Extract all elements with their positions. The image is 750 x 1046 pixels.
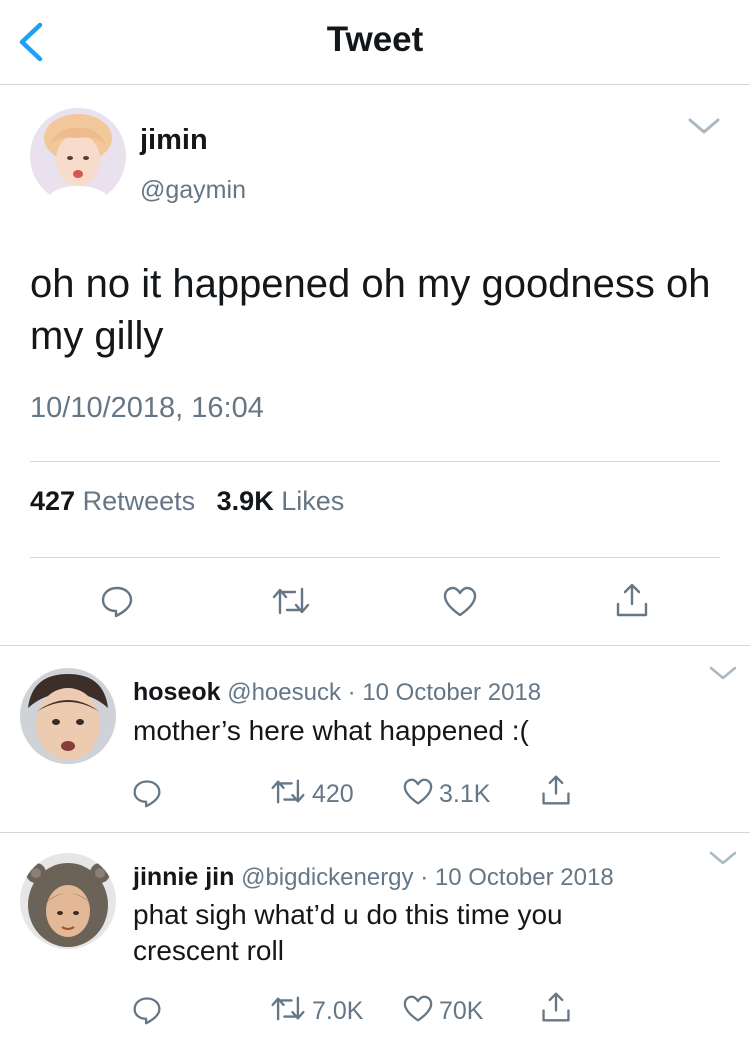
divider (0, 645, 750, 646)
divider (30, 461, 720, 462)
share-button[interactable] (540, 991, 572, 1028)
tweet-text: oh no it happened oh my goodness oh my g… (30, 262, 711, 358)
author-handle[interactable]: @gaymin (140, 176, 246, 205)
retweet-button[interactable]: 7.0K (270, 995, 363, 1027)
separator-dot: · (347, 679, 356, 706)
avatar[interactable] (20, 853, 116, 949)
like-count: 3.1K (439, 780, 491, 808)
reply-date[interactable]: 10 October 2018 (435, 864, 614, 891)
divider (30, 557, 720, 558)
retweet-count: 7.0K (312, 996, 364, 1025)
retweet-count: 420 (312, 779, 354, 808)
retweets-count[interactable]: 427 (30, 486, 75, 516)
author-name[interactable]: hoseok (133, 678, 221, 706)
avatar[interactable] (20, 668, 116, 764)
retweet-icon[interactable] (271, 586, 311, 621)
share-icon[interactable] (614, 582, 650, 623)
page-title: Tweet (326, 20, 424, 59)
reply-header: hoseok @hoesuck · 10 October 2018 (133, 678, 541, 707)
share-icon (540, 991, 572, 1028)
reply-icon (132, 995, 162, 1030)
like-count: 70K (439, 997, 484, 1025)
like-button[interactable]: 3.1K (403, 778, 490, 811)
divider (0, 832, 750, 833)
author-name[interactable]: jimin (140, 124, 208, 157)
author-name[interactable]: jinnie jin (133, 863, 234, 891)
share-button[interactable] (540, 774, 572, 811)
reply-header: jinnie jin @bigdickenergy · 10 October 2… (133, 863, 614, 892)
reply-text: phat sigh what’d u do this time you cres… (133, 899, 563, 966)
chevron-down-icon[interactable] (686, 114, 722, 138)
reply-date[interactable]: 10 October 2018 (362, 679, 541, 706)
likes-label[interactable]: Likes (281, 486, 344, 516)
avatar[interactable] (30, 108, 126, 204)
chevron-down-icon[interactable] (708, 849, 738, 867)
reply-button[interactable] (132, 995, 162, 1030)
retweets-label[interactable]: Retweets (83, 486, 196, 516)
tweet-stats: 427 Retweets 3.9K Likes (30, 486, 344, 517)
author-handle[interactable]: @hoesuck (227, 679, 341, 706)
reply-icon (132, 778, 162, 813)
likes-count[interactable]: 3.9K (217, 486, 274, 516)
separator-dot: · (420, 864, 429, 891)
retweet-icon (270, 778, 306, 810)
reply-button[interactable] (132, 778, 162, 813)
heart-icon (403, 995, 433, 1028)
nav-bar: Tweet (0, 0, 750, 85)
retweet-button[interactable]: 420 (270, 778, 354, 810)
retweet-icon (270, 995, 306, 1027)
share-icon (540, 774, 572, 811)
reply-icon[interactable] (100, 584, 134, 623)
heart-icon[interactable] (443, 586, 477, 623)
tweet-timestamp: 10/10/2018, 16:04 (30, 392, 264, 424)
reply-text: mother’s here what happened :( (133, 715, 529, 746)
heart-icon (403, 778, 433, 811)
like-button[interactable]: 70K (403, 995, 483, 1028)
chevron-down-icon[interactable] (708, 664, 738, 682)
author-handle[interactable]: @bigdickenergy (241, 864, 413, 891)
